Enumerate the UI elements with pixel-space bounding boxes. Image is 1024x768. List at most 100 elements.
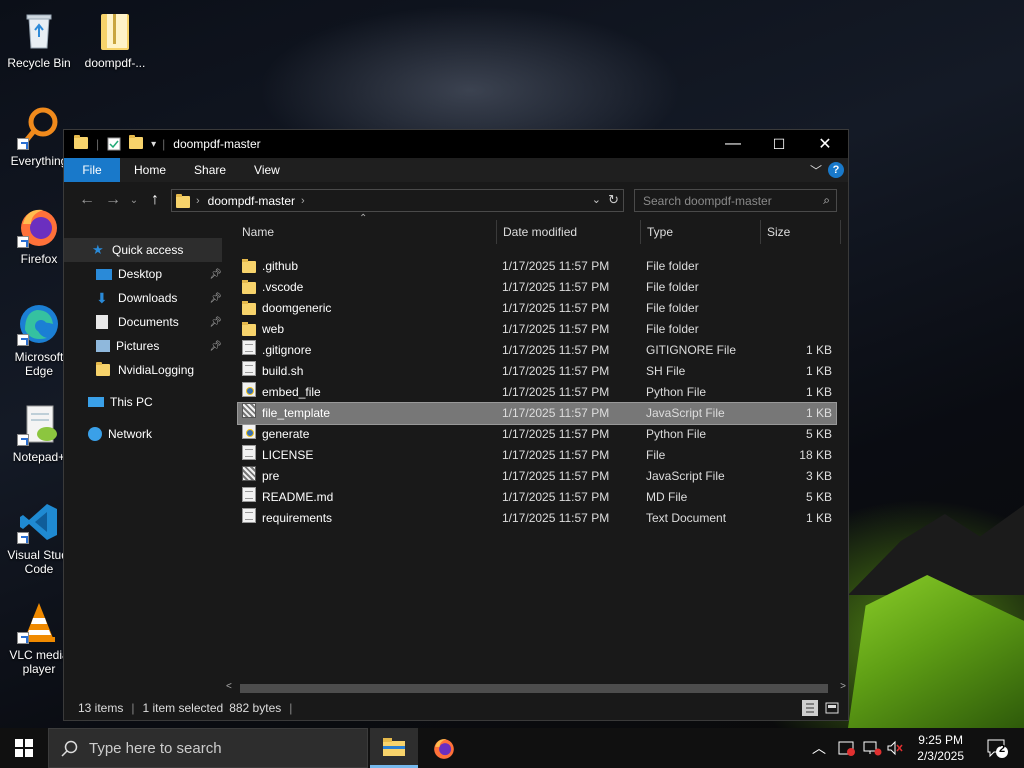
search-box[interactable]: ⌕ xyxy=(634,189,837,212)
breadcrumb-chevron-icon[interactable]: › xyxy=(301,195,305,207)
scroll-right-icon[interactable]: > xyxy=(840,681,846,692)
tray-network-icon[interactable] xyxy=(862,728,882,768)
nav-this-pc[interactable]: This PC xyxy=(64,390,222,414)
nav-nvidialogging[interactable]: NvidiaLogging xyxy=(64,358,222,382)
firefox-icon xyxy=(434,739,454,759)
pin-icon[interactable]: 📌︎ xyxy=(209,317,222,328)
column-header-name[interactable]: Name xyxy=(242,218,274,246)
star-icon: ★ xyxy=(92,242,104,257)
recent-locations-icon[interactable]: ⌄ xyxy=(126,187,142,213)
column-header-date[interactable]: Date modified xyxy=(503,218,577,246)
desktop-icon-doompdf[interactable]: doompdf-... xyxy=(77,8,153,70)
scrollbar-thumb[interactable] xyxy=(240,684,828,693)
column-divider[interactable] xyxy=(496,220,497,244)
firefox-icon xyxy=(17,204,61,248)
tray-security-icon[interactable] xyxy=(838,728,856,768)
file-type: File folder xyxy=(646,301,699,315)
shortcut-arrow-icon xyxy=(17,334,29,346)
file-date-modified: 1/17/2025 11:57 PM xyxy=(502,385,610,399)
file-row[interactable]: requirements 1/17/2025 11:57 PM Text Docum… xyxy=(238,508,836,529)
address-bar[interactable]: › doompdf-master › ⌄ ↻ xyxy=(171,189,624,212)
file-row[interactable]: README.md 1/17/2025 11:57 PM MD File 5 KB xyxy=(238,487,836,508)
column-divider[interactable] xyxy=(760,220,761,244)
back-arrow-icon[interactable]: ← xyxy=(74,187,100,213)
file-row[interactable]: generate 1/17/2025 11:57 PM Python File 5 K… xyxy=(238,424,836,445)
nav-documents[interactable]: Documents 📌︎ xyxy=(64,310,222,334)
file-explorer-icon xyxy=(383,737,405,756)
taskbar-clock[interactable]: 9:25 PM 2/3/2025 xyxy=(917,732,964,764)
tab-share[interactable]: Share xyxy=(180,158,240,182)
file-name: pre xyxy=(262,469,280,483)
file-row[interactable]: web 1/17/2025 11:57 PM File folder xyxy=(238,319,836,340)
search-input[interactable] xyxy=(643,193,813,208)
sort-ascending-icon: ⌃ xyxy=(359,213,368,224)
help-icon[interactable]: ? xyxy=(828,162,844,178)
shortcut-arrow-icon xyxy=(17,532,29,544)
desktop-icon-recycle-bin[interactable]: Recycle Bin xyxy=(1,8,77,70)
taskbar-firefox[interactable] xyxy=(420,728,468,768)
file-row[interactable]: .github 1/17/2025 11:57 PM File folder xyxy=(238,256,836,277)
tray-volume-icon[interactable] xyxy=(886,728,904,768)
taskbar-search[interactable]: Type here to search xyxy=(48,728,368,768)
close-button[interactable]: ✕ xyxy=(802,130,848,158)
start-button[interactable] xyxy=(0,728,48,768)
file-row[interactable]: build.sh 1/17/2025 11:57 PM SH File 1 KB xyxy=(238,361,836,382)
file-type: File xyxy=(646,448,666,462)
nav-network[interactable]: Network xyxy=(64,422,222,446)
action-center-button[interactable]: 2 xyxy=(986,738,1008,758)
file-date-modified: 1/17/2025 11:57 PM xyxy=(502,511,610,525)
column-header-size[interactable]: Size xyxy=(767,218,790,246)
nav-pictures[interactable]: Pictures 📌︎ xyxy=(64,334,222,358)
pin-icon[interactable]: 📌︎ xyxy=(209,293,222,304)
file-row[interactable]: embed_file 1/17/2025 11:57 PM Python File 1… xyxy=(238,382,836,403)
file-row[interactable]: .gitignore 1/17/2025 11:57 PM GITIGNORE Fi… xyxy=(238,340,836,361)
details-view-icon[interactable] xyxy=(802,700,818,716)
taskbar-file-explorer[interactable] xyxy=(370,728,418,768)
properties-icon[interactable] xyxy=(107,137,121,151)
tab-home[interactable]: Home xyxy=(120,158,180,182)
folder-icon xyxy=(96,362,112,377)
large-icons-view-icon[interactable] xyxy=(824,700,840,716)
breadcrumb-doompdf-master[interactable]: doompdf-master xyxy=(208,194,295,208)
forward-arrow-icon[interactable]: → xyxy=(100,187,126,213)
tab-view[interactable]: View xyxy=(240,158,294,182)
title-separator: | xyxy=(96,137,100,151)
breadcrumb-chevron-icon[interactable]: › xyxy=(196,195,200,207)
title-bar[interactable]: | ▾ | doompdf-master — ☐ ✕ xyxy=(64,130,848,158)
pin-icon[interactable]: 📌︎ xyxy=(209,269,222,280)
file-row[interactable]: doomgeneric 1/17/2025 11:57 PM File folder xyxy=(238,298,836,319)
scroll-left-icon[interactable]: < xyxy=(226,681,232,692)
file-row[interactable]: file_template 1/17/2025 11:57 PM JavaScrip… xyxy=(237,402,837,425)
refresh-icon[interactable]: ↻ xyxy=(608,192,619,208)
column-divider[interactable] xyxy=(640,220,641,244)
file-type: JavaScript File xyxy=(646,406,725,420)
column-divider[interactable] xyxy=(840,220,841,244)
maximize-button[interactable]: ☐ xyxy=(756,130,802,158)
file-row[interactable]: LICENSE 1/17/2025 11:57 PM File 18 KB xyxy=(238,445,836,466)
horizontal-scrollbar[interactable]: < > xyxy=(222,680,848,696)
file-row[interactable]: pre 1/17/2025 11:57 PM JavaScript File 3 KB xyxy=(238,466,836,487)
file-size: 18 KB xyxy=(799,448,832,462)
notepadpp-icon xyxy=(17,402,61,446)
file-row[interactable]: .vscode 1/17/2025 11:57 PM File folder xyxy=(238,277,836,298)
minimize-button[interactable]: — xyxy=(710,130,756,158)
expand-ribbon-icon[interactable]: ﹀ xyxy=(810,162,822,179)
nav-quick-access[interactable]: ★ Quick access xyxy=(64,238,222,262)
status-separator: | xyxy=(289,701,293,715)
tab-file[interactable]: File xyxy=(64,158,120,182)
file-type: GITIGNORE File xyxy=(646,343,737,357)
pin-icon[interactable]: 📌︎ xyxy=(209,341,222,352)
selection-size: 882 bytes xyxy=(229,701,282,715)
file-size: 1 KB xyxy=(805,343,832,357)
up-arrow-icon[interactable]: ↑ xyxy=(142,187,168,213)
vlc-icon xyxy=(17,600,61,644)
column-header-type[interactable]: Type xyxy=(647,218,673,246)
nav-label: This PC xyxy=(110,395,153,409)
show-hidden-icons[interactable]: ︿ xyxy=(812,728,826,768)
customize-toolbar-icon[interactable]: ▾ xyxy=(151,139,156,150)
file-date-modified: 1/17/2025 11:57 PM xyxy=(502,490,610,504)
nav-downloads[interactable]: ⬇ Downloads 📌︎ xyxy=(64,286,222,310)
nav-desktop[interactable]: Desktop 📌︎ xyxy=(64,262,222,286)
new-folder-icon[interactable] xyxy=(129,135,144,151)
address-history-icon[interactable]: ⌄ xyxy=(592,193,601,206)
